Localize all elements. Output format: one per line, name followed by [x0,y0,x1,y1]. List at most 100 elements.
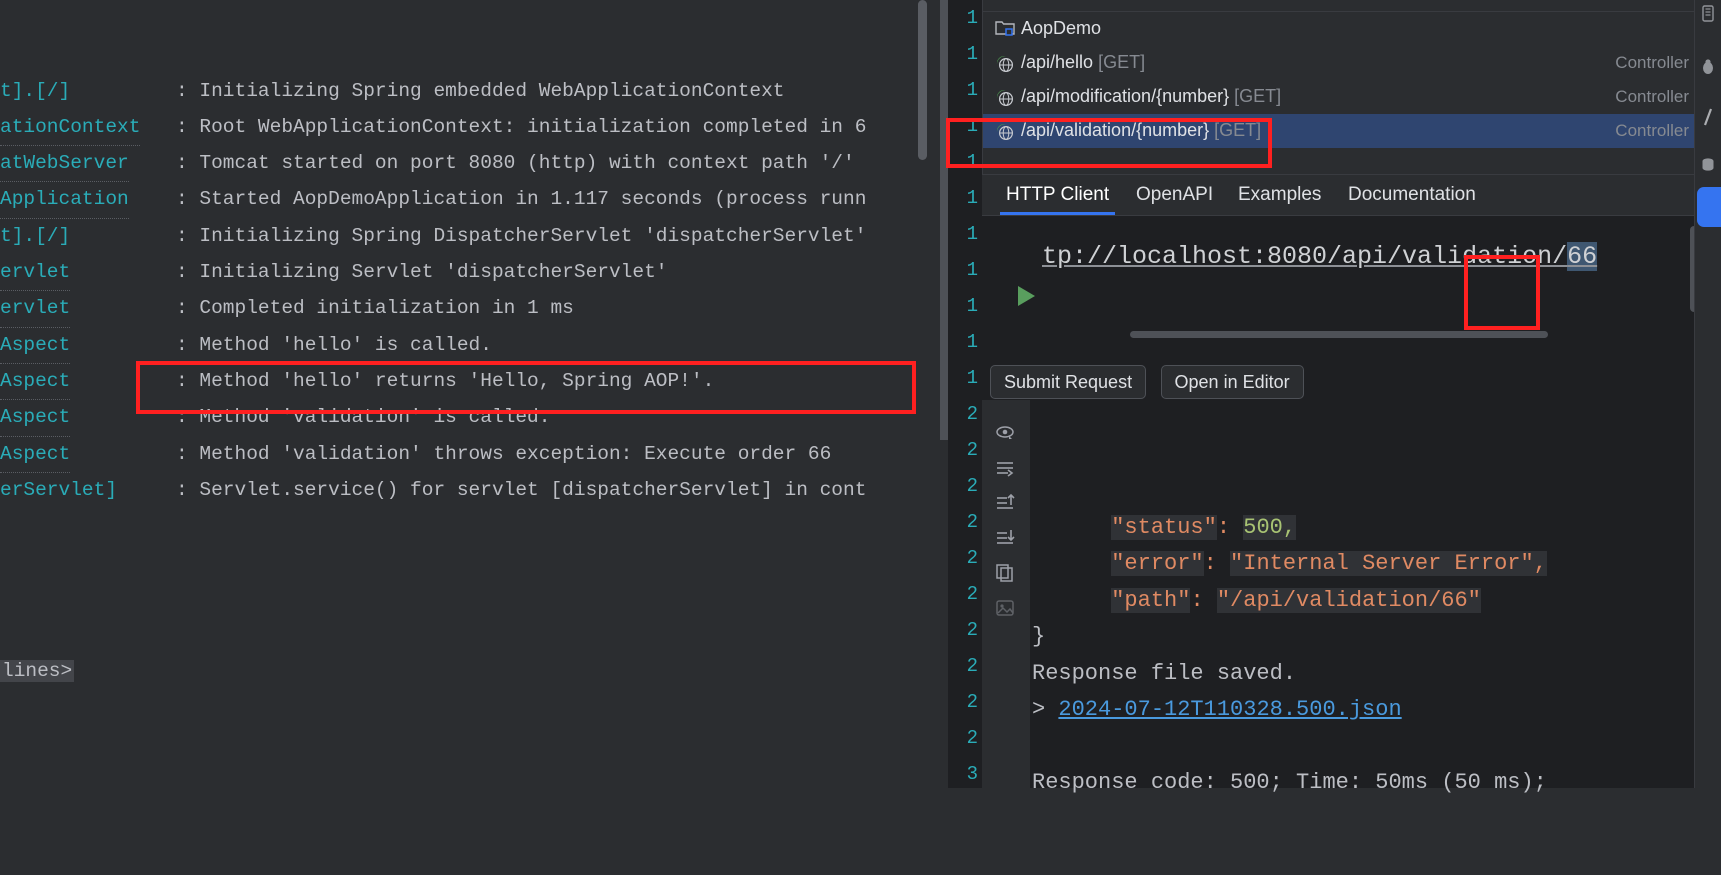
eye-icon[interactable] [994,422,1016,444]
console-message: : Root WebApplicationContext: initializa… [176,109,866,145]
ai-assistant-icon[interactable] [1697,187,1721,227]
run-console[interactable]: t].[/] : Initializing Spring embedded Web… [0,0,930,788]
notifications-icon[interactable] [1698,4,1718,24]
console-line: Aspect: Method 'validation' is called. [0,399,930,435]
console-logger-name[interactable]: Aspect [0,363,70,400]
line-number: 1 [948,288,982,324]
run-triangle-icon[interactable] [998,248,1028,278]
folded-lines-label[interactable]: lines> [0,660,74,682]
console-log-lines: t].[/] : Initializing Spring embedded Web… [0,73,930,509]
response-console[interactable]: "status": 500, "error": "Internal Server… [982,400,1721,788]
response-line [982,729,1721,766]
endpoint-row[interactable]: /api/hello [GET]Controller [983,46,1701,80]
endpoint-method: [GET] [1234,86,1281,106]
console-logger-name[interactable]: Aspect [0,436,70,473]
console-line: Aspect : Method 'validation' throws excep… [0,436,930,472]
request-horizontal-scrollbar[interactable] [1130,331,1548,338]
response-line: Response file saved. [982,656,1721,693]
console-message: : Method 'hello' is called. [176,327,492,363]
console-logger-name[interactable]: t].[/] [0,218,70,254]
line-number: 1 [948,108,982,144]
editor-vertical-scrollbar[interactable] [940,0,948,440]
line-number: 1 [948,0,982,36]
editor-line-numbers: 1111111111122222222223 [948,0,982,788]
response-line: Response code: 500; Time: 50ms (50 ms); [982,765,1721,802]
console-message: : Servlet.service() for servlet [dispatc… [176,472,866,508]
response-lines: "status": 500, "error": "Internal Server… [982,510,1721,802]
endpoint-row[interactable]: /api/modification/{number} [GET]Controll… [983,80,1701,114]
console-message: : Method 'validation' throws exception: … [176,436,831,472]
submit-request-button[interactable]: Submit Request [990,365,1146,399]
open-in-editor-button[interactable]: Open in Editor [1161,365,1304,399]
request-url[interactable]: tp://localhost:8080/api/validation/66 [1042,242,1597,271]
console-message: : Initializing Spring embedded WebApplic… [176,73,785,109]
endpoint-method: [GET] [1214,120,1261,140]
console-line: ationContext : Root WebApplicationContext… [0,109,930,145]
line-number: 1 [948,72,982,108]
json-separator: : [1190,588,1216,613]
ide-window: t].[/] : Initializing Spring embedded Web… [0,0,1721,788]
json-indent [1032,588,1111,613]
right-tool-rail [1694,0,1721,788]
line-number: 2 [948,612,982,648]
endpoint-row[interactable]: /api/validation/{number} [GET]Controller [983,114,1701,148]
line-number: 2 [948,648,982,684]
line-number: 2 [948,432,982,468]
console-logger-name[interactable]: Aspect [0,327,70,364]
line-number: 1 [948,252,982,288]
endpoint-globe-icon [995,54,1014,73]
json-value: "/api/validation/66" [1217,588,1481,613]
json-value: 500, [1243,515,1296,540]
json-key: "path" [1111,588,1190,613]
console-logger-name[interactable]: erServlet] [0,472,117,508]
tab-documentation[interactable]: Documentation [1342,175,1482,215]
console-logger-name[interactable]: Application [0,181,129,218]
endpoint-kind: Controller [1615,121,1689,141]
module-folder-icon [995,19,1015,37]
line-number: 2 [948,396,982,432]
json-indent [1032,551,1111,576]
console-logger-name[interactable]: ervlet [0,254,70,291]
console-folded-row[interactable]: lines> [0,653,930,689]
tab-examples[interactable]: Examples [1232,175,1327,215]
line-number: 1 [948,180,982,216]
console-logger-name[interactable]: atWebServer [0,145,129,182]
console-line: ervlet : Initializing Servlet 'dispatcher… [0,254,930,290]
database-icon[interactable] [1698,155,1718,175]
endpoints-search-row[interactable] [983,0,1701,12]
line-number: 1 [948,324,982,360]
console-logger-name[interactable]: Aspect [0,399,70,436]
request-url-selection[interactable]: 66 [1567,242,1597,271]
console-scrollbar[interactable] [918,0,927,160]
console-folded-block[interactable]: lines> [0,653,930,725]
endpoints-list: /api/hello [GET]Controller/api/modificat… [983,46,1701,148]
line-number: 2 [948,684,982,720]
response-line: "error": "Internal Server Error", [982,546,1721,583]
console-logger-name[interactable]: ationContext [0,109,140,146]
wrap-lines-icon[interactable] [994,457,1016,479]
json-key: "error" [1111,551,1203,576]
json-separator: : [1204,551,1230,576]
console-logger-name[interactable]: t].[/] [0,73,70,109]
response-file-link[interactable]: 2024-07-12T110328.500.json [1058,697,1401,722]
endpoints-group-row[interactable]: AopDemo [983,12,1701,46]
console-logger-name[interactable]: ervlet [0,290,70,327]
tab-http-client[interactable]: HTTP Client [1000,175,1115,215]
bug-icon[interactable] [1698,57,1718,77]
console-line: ervlet: Completed initialization in 1 ms [0,290,930,326]
console-line: t].[/]: Initializing Spring DispatcherSe… [0,218,930,254]
json-value: "Internal Server Error", [1230,551,1547,576]
response-line: "status": 500, [982,510,1721,547]
line-number: 2 [948,720,982,756]
response-text: Response file saved. [1032,661,1296,686]
console-line: Aspect : Method 'hello' is called. [0,327,930,363]
console-message: : Initializing Servlet 'dispatcherServle… [176,254,667,290]
line-number: 2 [948,540,982,576]
console-message: : Tomcat started on port 8080 (http) wit… [176,145,855,181]
response-text: Response code: 500; Time: 50ms (50 ms); [1032,770,1547,795]
tab-openapi[interactable]: OpenAPI [1130,175,1219,215]
gradle-icon[interactable] [1698,107,1718,127]
console-line: Application: Started AopDemoApplication … [0,181,930,217]
console-line: erServlet] : Servlet.service() for servle… [0,472,930,508]
endpoint-method: [GET] [1098,52,1145,72]
